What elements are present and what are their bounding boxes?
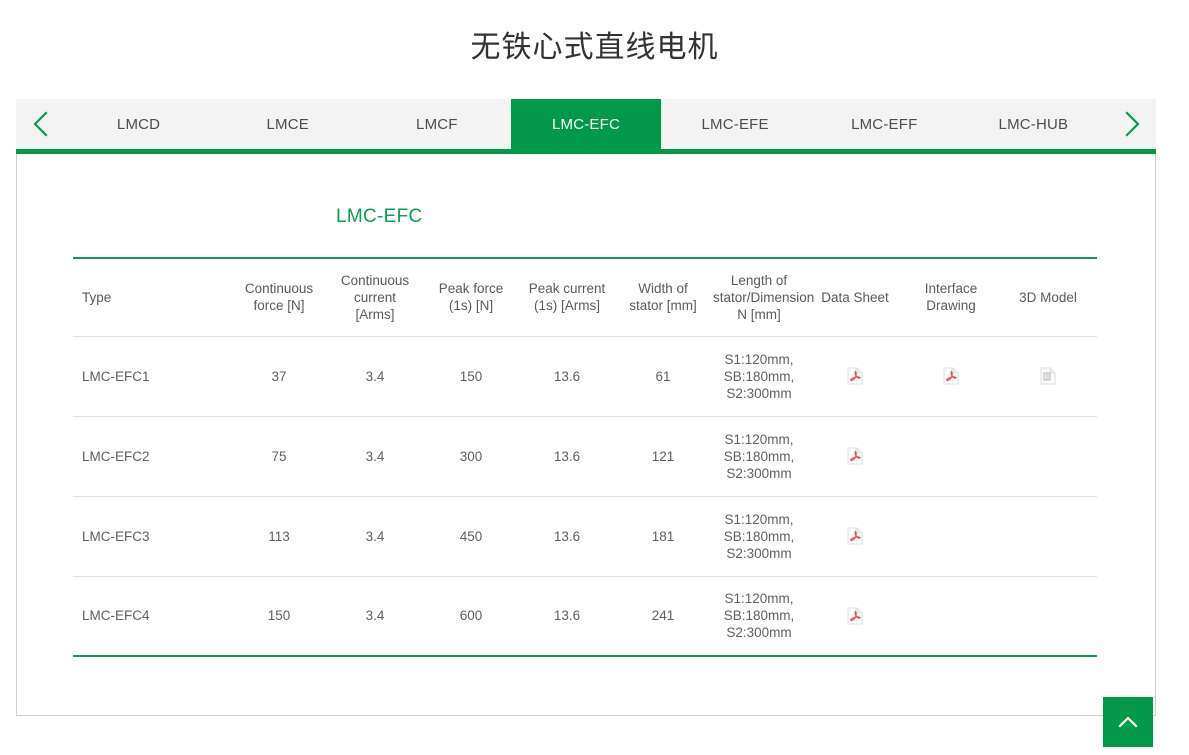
cell-continuous-force: 75 — [231, 416, 327, 497]
data-sheet-link[interactable] — [809, 577, 901, 656]
interface-drawing-link[interactable] — [905, 337, 997, 416]
pdf-file-icon — [847, 527, 863, 545]
cell-continuous-current: 3.4 — [327, 336, 423, 417]
back-to-top-button[interactable] — [1103, 697, 1153, 747]
cell-interface-drawing — [903, 336, 999, 417]
chevron-up-icon — [1117, 715, 1139, 729]
col-header-width-of-stator: Width of stator [mm] — [615, 257, 711, 337]
col-header-peak-force: Peak force (1s) [N] — [423, 257, 519, 337]
col-header-continuous-force: Continuous force [N] — [231, 257, 327, 337]
cell-type: LMC-EFC1 — [73, 336, 231, 417]
cell-interface-drawing — [903, 576, 999, 657]
tab-next-button[interactable] — [1108, 99, 1156, 149]
cell-continuous-force: 113 — [231, 496, 327, 577]
cell-type: LMC-EFC3 — [73, 496, 231, 577]
tab-label: LMC-EFF — [851, 115, 918, 133]
cell-peak-current: 13.6 — [519, 576, 615, 657]
col-header-type: Type — [73, 257, 231, 337]
cell-length-of-stator: S1:120mm, SB:180mm, S2:300mm — [711, 336, 807, 417]
cell-continuous-current: 3.4 — [327, 496, 423, 577]
tab-label: LMCD — [116, 115, 161, 133]
spec-table-wrapper: Type Continuous force [N] Continuous cur… — [73, 257, 1097, 657]
cell-interface-drawing — [903, 416, 999, 497]
page-title: 无铁心式直线电机 — [470, 31, 719, 64]
pdf-file-icon — [847, 447, 863, 465]
tab-lmcd[interactable]: LMCD — [64, 99, 213, 149]
cell-peak-force: 450 — [423, 496, 519, 577]
cell-peak-force: 300 — [423, 416, 519, 497]
model-3d-link[interactable] — [1001, 337, 1095, 416]
table-row: LMC-EFC4 150 3.4 600 13.6 241 S1:120mm, … — [73, 576, 1097, 657]
cell-continuous-force: 150 — [231, 576, 327, 657]
tab-label: LMCE — [266, 115, 309, 133]
cell-3d-model — [999, 416, 1097, 497]
3d-model-file-icon — [1040, 367, 1056, 385]
cell-continuous-current: 3.4 — [327, 416, 423, 497]
cell-peak-force: 150 — [423, 336, 519, 417]
tab-lmce[interactable]: LMCE — [213, 99, 362, 149]
table-row: LMC-EFC1 37 3.4 150 13.6 61 S1:120mm, SB… — [73, 336, 1097, 417]
table-row: LMC-EFC3 113 3.4 450 13.6 181 S1:120mm, … — [73, 496, 1097, 577]
cell-type: LMC-EFC2 — [73, 416, 231, 497]
tab-lmc-efe[interactable]: LMC-EFE — [661, 99, 810, 149]
cell-continuous-force: 37 — [231, 336, 327, 417]
cell-peak-force: 600 — [423, 576, 519, 657]
pdf-file-icon — [943, 367, 959, 385]
pdf-file-icon — [847, 606, 863, 625]
tab-list: LMCD LMCE LMCF LMC-EFC LMC-EFE LMC-EFF L… — [64, 99, 1108, 149]
spec-table: Type Continuous force [N] Continuous cur… — [73, 257, 1097, 657]
chevron-right-icon — [1121, 109, 1143, 139]
pdf-file-icon — [847, 367, 863, 385]
cell-3d-model — [999, 336, 1097, 417]
cell-width-of-stator: 121 — [615, 416, 711, 497]
table-row: LMC-EFC2 75 3.4 300 13.6 121 S1:120mm, S… — [73, 416, 1097, 497]
tab-label: LMC-EFE — [701, 115, 769, 133]
tab-label: LMC-EFC — [551, 115, 621, 133]
product-series-tabbar: LMCD LMCE LMCF LMC-EFC LMC-EFE LMC-EFF L… — [16, 99, 1156, 149]
tab-lmc-hub[interactable]: LMC-HUB — [959, 99, 1108, 149]
cell-data-sheet — [807, 576, 903, 657]
cell-interface-drawing — [903, 496, 999, 577]
tab-lmc-efc[interactable]: LMC-EFC — [511, 99, 661, 149]
page-root: 无铁心式直线电机 LMCD LMCE LMCF LMC-EFC LMC-EFE … — [0, 0, 1189, 755]
cell-length-of-stator: S1:120mm, SB:180mm, S2:300mm — [711, 416, 807, 497]
tab-label: LMC-HUB — [998, 115, 1069, 133]
col-header-continuous-current: Continuous current [Arms] — [327, 257, 423, 337]
cell-3d-model — [999, 576, 1097, 657]
spec-table-body: LMC-EFC1 37 3.4 150 13.6 61 S1:120mm, SB… — [73, 336, 1097, 657]
section-title: LMC-EFC — [336, 206, 423, 227]
cell-peak-current: 13.6 — [519, 496, 615, 577]
tab-panel-lmc-efc: LMC-EFC Type Continuous force [N] Contin… — [16, 154, 1156, 716]
cell-type: LMC-EFC4 — [73, 576, 231, 657]
cell-length-of-stator: S1:120mm, SB:180mm, S2:300mm — [711, 576, 807, 657]
cell-continuous-current: 3.4 — [327, 576, 423, 657]
tab-lmc-eff[interactable]: LMC-EFF — [810, 99, 959, 149]
cell-length-of-stator: S1:120mm, SB:180mm, S2:300mm — [711, 496, 807, 577]
cell-width-of-stator: 241 — [615, 576, 711, 657]
cell-width-of-stator: 61 — [615, 336, 711, 417]
col-header-peak-current: Peak current (1s) [Arms] — [519, 257, 615, 337]
col-header-length-of-stator: Length of stator/Dimension N [mm] — [711, 257, 814, 337]
cell-peak-current: 13.6 — [519, 416, 615, 497]
tab-prev-button[interactable] — [16, 99, 64, 149]
tab-lmcf[interactable]: LMCF — [362, 99, 511, 149]
tab-label: LMCF — [416, 115, 458, 133]
cell-width-of-stator: 181 — [615, 496, 711, 577]
cell-peak-current: 13.6 — [519, 336, 615, 417]
cell-3d-model — [999, 496, 1097, 577]
chevron-left-icon — [29, 109, 51, 139]
